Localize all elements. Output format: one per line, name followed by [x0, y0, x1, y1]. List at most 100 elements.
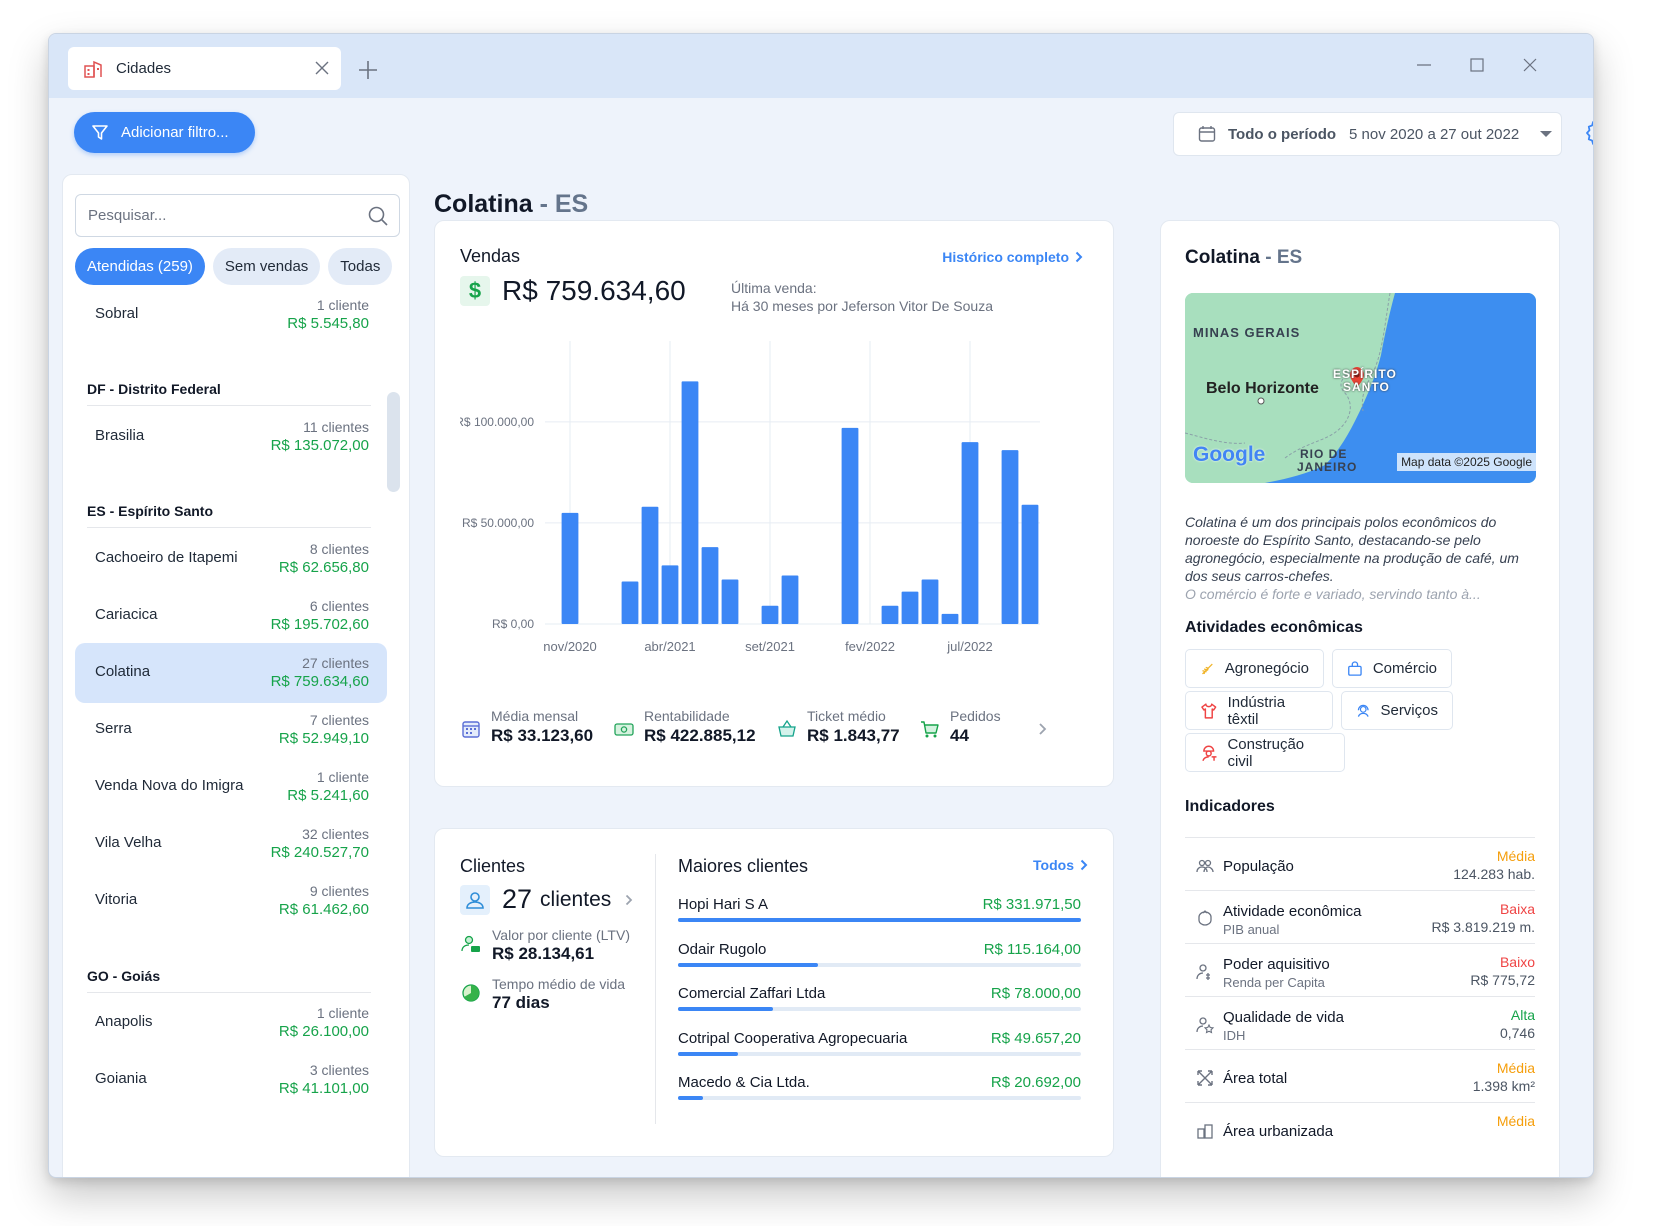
- metric-avg-ticket: Ticket médio R$ 1.843,77: [776, 708, 900, 746]
- indicator-value: 1.398 km²: [1472, 1078, 1535, 1094]
- list-item[interactable]: Venda Nova do Imigra 1 cliente R$ 5.241,60: [75, 757, 387, 817]
- worker-icon: [1202, 745, 1217, 761]
- client-value: R$ 115.164,00: [983, 940, 1081, 958]
- activity-label: Construção civil: [1227, 735, 1305, 770]
- indicator-name: Qualidade de vida: [1223, 1009, 1344, 1026]
- maximize-icon[interactable]: [1460, 50, 1494, 80]
- title-bar: Cidades: [49, 34, 1593, 98]
- indicator-value: 0,746: [1499, 1025, 1535, 1041]
- gear-icon[interactable]: [1583, 117, 1594, 149]
- top-client-row[interactable]: Odair Rugolo R$ 115.164,00: [678, 941, 1081, 981]
- period-selector[interactable]: Todo o período 5 nov 2020 a 27 out 2022: [1173, 112, 1562, 156]
- list-item[interactable]: Sobral 1 cliente R$ 5.545,80: [75, 285, 387, 345]
- activity-tag[interactable]: Indústria têxtil: [1185, 691, 1333, 730]
- top-clients-title: Maiores clientes: [678, 856, 809, 876]
- metric-label: Pedidos: [950, 708, 1001, 724]
- sidebar-scrollbar[interactable]: [387, 392, 400, 492]
- indicator-sub: Renda per Capita: [1223, 975, 1325, 990]
- search-icon[interactable]: [367, 205, 389, 227]
- city-name: Goiania: [95, 1070, 147, 1087]
- chevron-down-icon: [1540, 131, 1553, 137]
- list-item[interactable]: Anapolis 1 cliente R$ 26.100,00: [75, 993, 387, 1053]
- activity-tag[interactable]: Serviços: [1341, 691, 1453, 730]
- activity-tag[interactable]: Construção civil: [1185, 733, 1345, 772]
- list-item[interactable]: Cariacica 6 clientes R$ 195.702,60: [75, 586, 387, 646]
- city-sales: R$ 195.702,60: [270, 616, 369, 633]
- chip-sem-vendas[interactable]: Sem vendas: [212, 248, 321, 285]
- x-tick-label: nov/2020: [543, 639, 597, 654]
- lifetime-value: 77 dias: [492, 993, 550, 1012]
- activity-tag[interactable]: Agronegócio: [1185, 649, 1324, 688]
- add-filter-button[interactable]: Adicionar filtro...: [74, 112, 255, 153]
- clients-card: Clientes 27 clientes Valor por cliente (…: [434, 828, 1114, 1157]
- close-tab-icon[interactable]: [311, 57, 333, 79]
- top-client-row[interactable]: Comercial Zaffari Ltda R$ 78.000,00: [678, 985, 1081, 1025]
- city-sales: R$ 26.100,00: [278, 1023, 369, 1040]
- client-count: 27 clientes: [302, 655, 369, 671]
- chip-todas[interactable]: Todas: [328, 248, 393, 285]
- indicators-title: Indicadores: [1185, 798, 1275, 815]
- list-item[interactable]: Serra 7 clientes R$ 52.949,10: [75, 700, 387, 760]
- list-item[interactable]: Brasilia 11 clientes R$ 135.072,00: [75, 407, 387, 467]
- minimize-icon[interactable]: [1407, 50, 1441, 80]
- indicator-name: Área urbanizada: [1223, 1123, 1334, 1140]
- sales-total-value: R$ 759.634,60: [502, 275, 686, 306]
- city-name: Cachoeiro de Itapemi: [95, 549, 238, 566]
- all-clients-link[interactable]: Todos: [1033, 857, 1088, 873]
- list-item[interactable]: Goiania 3 clientes R$ 41.101,00: [75, 1050, 387, 1110]
- top-client-row[interactable]: Macedo & Cia Ltda. R$ 20.692,00: [678, 1074, 1081, 1114]
- activity-label: Comércio: [1372, 660, 1437, 677]
- activity-label: Serviços: [1380, 702, 1438, 719]
- client-count: 1 cliente: [316, 297, 369, 313]
- description-text: Colatina é um dos principais polos econô…: [1185, 514, 1519, 584]
- ltv-metric: Valor por cliente (LTV) R$ 28.134,61: [460, 927, 630, 964]
- full-history-link[interactable]: Histórico completo: [942, 249, 1083, 265]
- city-sales: R$ 759.634,60: [270, 673, 369, 690]
- group-header: DF - Distrito Federal: [87, 381, 371, 406]
- y-tick-label: R$ 50.000,00: [462, 516, 534, 530]
- sales-metrics: Média mensal R$ 33.123,60 Rentabilidade R$…: [460, 708, 1100, 758]
- chevron-right-icon[interactable]: [1038, 722, 1048, 736]
- chart-bar: [841, 427, 859, 624]
- city-sales: R$ 5.241,60: [287, 787, 369, 804]
- indicator-level: Média: [1496, 848, 1535, 864]
- client-count: 9 clientes: [309, 883, 369, 899]
- page-title: Colatina - ES: [434, 190, 588, 219]
- clients-count[interactable]: 27 clientes: [460, 884, 633, 915]
- chart-bar: [641, 506, 659, 624]
- client-share-bar: [678, 1051, 739, 1056]
- cart-icon: [921, 721, 939, 738]
- lifetime-metric: Tempo médio de vida 77 dias: [460, 976, 625, 1013]
- wheat-icon: [1202, 663, 1213, 674]
- metric-label: Rentabilidade: [644, 708, 730, 724]
- chart-bar: [781, 575, 799, 624]
- activity-tag[interactable]: Comércio: [1332, 649, 1452, 688]
- top-client-row[interactable]: Hopi Hari S A R$ 331.971,50: [678, 896, 1081, 936]
- list-item[interactable]: Vitoria 9 clientes R$ 61.462,60: [75, 871, 387, 931]
- indicator-row: Qualidade de vida IDH Alta 0,746: [1185, 996, 1535, 1052]
- client-share-bar: [678, 918, 1081, 922]
- list-item[interactable]: Vila Velha 32 clientes R$ 240.527,70: [75, 814, 387, 874]
- calendar-grid-icon: [462, 721, 480, 738]
- map-label: SANTO: [1343, 380, 1390, 394]
- indicator-name: Atividade econômica: [1223, 903, 1362, 920]
- shirt-icon: [1201, 702, 1217, 719]
- group-header: GO - Goiás: [87, 968, 371, 993]
- basket-icon: [778, 719, 796, 737]
- list-item[interactable]: Cachoeiro de Itapemi 8 clientes R$ 62.656,…: [75, 529, 387, 589]
- chart-bar: [661, 565, 679, 624]
- client-share-track: [678, 1051, 1081, 1056]
- metric-value: R$ 422.885,12: [644, 726, 756, 745]
- client-share-bar: [678, 1007, 773, 1011]
- top-client-row[interactable]: Cotripal Cooperativa Agropecuaria R$ 49.6…: [678, 1030, 1081, 1070]
- close-window-icon[interactable]: [1513, 50, 1547, 80]
- new-tab-icon[interactable]: [354, 56, 382, 84]
- city-map[interactable]: MINAS GERAIS Belo Horizonte ESPÍRITO SAN…: [1185, 293, 1536, 483]
- list-item-selected[interactable]: Colatina 27 clientes R$ 759.634,60: [75, 643, 387, 703]
- city-name: Sobral: [95, 305, 139, 322]
- city-name: Cariacica: [95, 606, 158, 623]
- tab-cidades[interactable]: Cidades: [68, 47, 341, 90]
- search-input[interactable]: [76, 195, 356, 236]
- city-name: Vitoria: [95, 891, 138, 908]
- chip-atendidas[interactable]: Atendidas (259): [75, 248, 205, 285]
